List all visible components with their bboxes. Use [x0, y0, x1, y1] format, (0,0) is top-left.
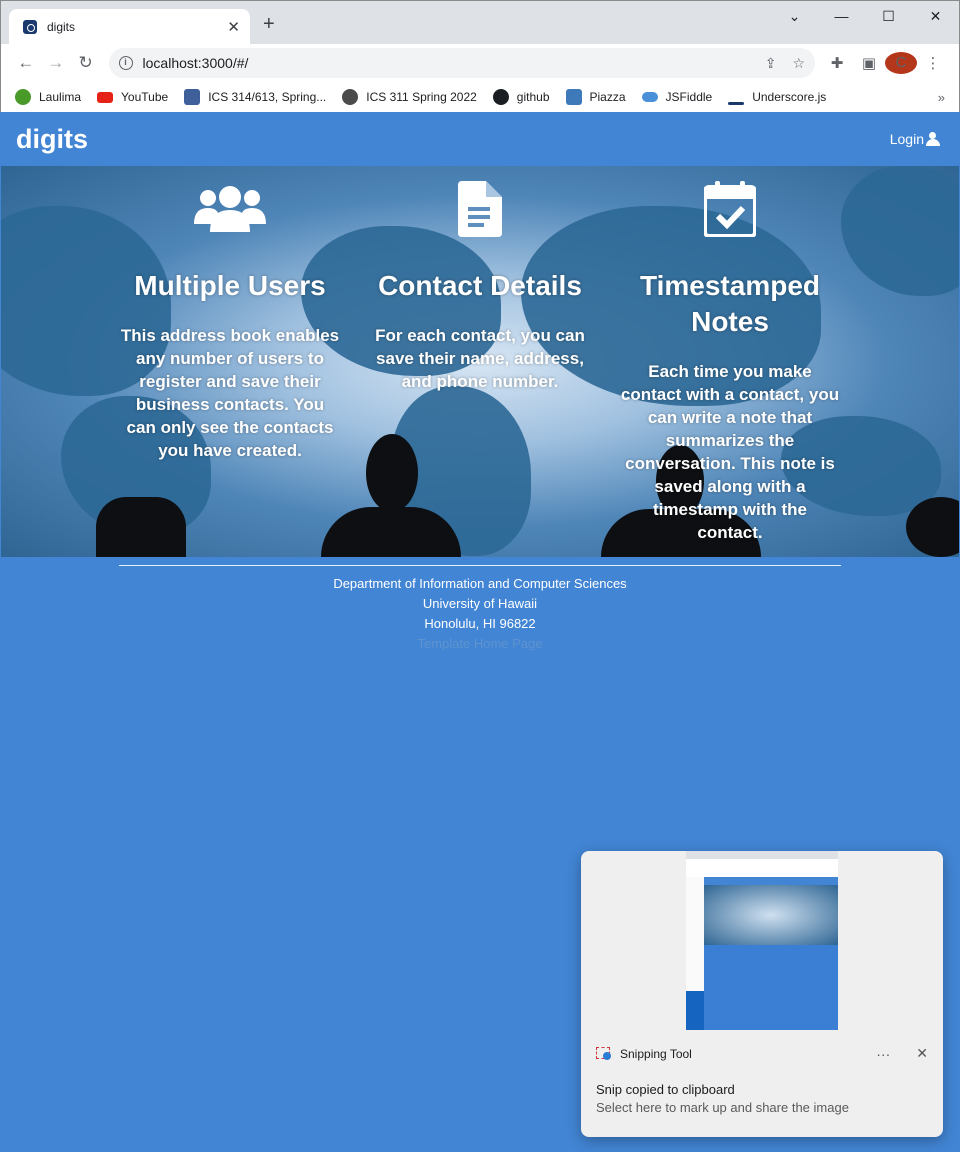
footer-divider [119, 565, 841, 566]
more-options-icon[interactable]: ··· [876, 1046, 890, 1062]
user-icon [926, 132, 940, 146]
cloud-icon [641, 92, 658, 102]
bookmark-item[interactable]: Piazza [565, 89, 626, 105]
browser-window: digits ✕ + ⌄ — ☐ ✕ ← → ↻ i localhost:300… [0, 0, 960, 112]
forward-arrow-icon[interactable]: → [41, 53, 71, 73]
snipping-tool-notification[interactable]: Snipping Tool ··· ✕ Snip copied to clipb… [581, 851, 943, 1137]
bookmark-label: JSFiddle [665, 90, 713, 104]
bookmark-item[interactable]: YouTube [97, 90, 168, 104]
brand-logo[interactable]: digits [16, 124, 88, 155]
hero-banner: Multiple Users This address book enables… [1, 166, 959, 557]
users-icon [120, 180, 340, 238]
bookmark-item[interactable]: ICS 314/613, Spring... [184, 89, 326, 105]
file-text-icon [370, 180, 590, 238]
footer-department: Department of Information and Computer S… [333, 576, 627, 591]
bookmark-label: ICS 314/613, Spring... [208, 90, 327, 104]
feature-multiple-users: Multiple Users This address book enables… [120, 180, 340, 462]
tab-title: digits [47, 19, 76, 34]
underscore-icon [728, 101, 745, 105]
snip-thumbnail[interactable] [686, 851, 838, 1030]
footer-template-link[interactable]: Template Home Page [0, 634, 960, 654]
bookmark-star-icon[interactable]: ☆ [792, 55, 805, 72]
bookmark-label: Laulima [39, 90, 82, 104]
snipping-tool-icon [596, 1046, 612, 1061]
notification-header: Snipping Tool ··· ✕ [596, 1045, 928, 1062]
bookmark-label: ICS 311 Spring 2022 [366, 90, 477, 104]
app-navbar: digits Login [0, 112, 960, 166]
menu-kebab-icon[interactable]: ⋮ [917, 54, 949, 72]
notification-body[interactable]: Snip copied to clipboard Select here to … [596, 1082, 849, 1115]
maximize-button[interactable]: ☐ [865, 1, 912, 31]
address-bar[interactable]: i localhost:3000/#/ ⇪ ☆ [108, 48, 815, 78]
bookmark-label: Piazza [589, 90, 626, 104]
notification-title: Snip copied to clipboard [596, 1082, 735, 1097]
feature-contact-details: Contact Details For each contact, you ca… [370, 180, 590, 393]
feature-title: Timestamped Notes [640, 270, 820, 337]
bookmark-item[interactable]: JSFiddle [641, 90, 713, 104]
login-label: Login [889, 131, 924, 147]
piazza-icon [565, 89, 582, 105]
feature-timestamped-notes: Timestamped Notes Each time you make con… [620, 180, 840, 544]
feature-text: Each time you make contact with a contac… [620, 362, 840, 542]
bookmark-label: github [516, 90, 550, 104]
bookmark-item[interactable]: Underscore.js [728, 90, 826, 105]
side-panel-icon[interactable]: ▣ [853, 54, 885, 72]
youtube-icon [97, 91, 114, 103]
avatar[interactable]: C [885, 52, 917, 74]
minimize-button[interactable]: — [818, 1, 865, 31]
notification-subtitle: Select here to mark up and share the ima… [596, 1100, 849, 1115]
feature-text: For each contact, you can save their nam… [375, 326, 585, 391]
tab-strip: digits ✕ + ⌄ — ☐ ✕ [1, 1, 959, 44]
bookmark-favicon-icon [15, 89, 31, 105]
close-window-button[interactable]: ✕ [912, 1, 959, 31]
login-button[interactable]: Login [890, 131, 940, 147]
notification-app-name: Snipping Tool [620, 1046, 692, 1061]
url-text[interactable]: localhost:3000/#/ [143, 55, 749, 71]
bookmark-item[interactable]: github [492, 89, 550, 105]
bookmark-favicon-icon [184, 89, 201, 105]
calendar-check-icon [620, 180, 840, 238]
more-bookmarks-icon[interactable]: » [938, 90, 945, 105]
footer-address: Honolulu, HI 96822 [424, 616, 536, 631]
back-arrow-icon[interactable]: ← [11, 53, 41, 73]
reload-icon[interactable]: ↻ [71, 53, 101, 73]
feature-title: Contact Details [378, 270, 582, 301]
bookmark-item[interactable]: ICS 311 Spring 2022 [342, 89, 477, 105]
footer-university: University of Hawaii [422, 596, 538, 611]
site-info-icon[interactable]: i [118, 56, 133, 70]
feature-text: This address book enables any number of … [120, 326, 340, 460]
github-icon [492, 89, 509, 105]
browser-tab[interactable]: digits ✕ [9, 9, 250, 44]
bookmark-label: YouTube [121, 90, 169, 104]
tab-search-icon[interactable]: ⌄ [771, 1, 818, 31]
page-footer: Department of Information and Computer S… [0, 557, 960, 654]
new-tab-button[interactable]: + [263, 13, 275, 36]
address-toolbar: ← → ↻ i localhost:3000/#/ ⇪ ☆ ✚ ▣ C ⋮ [1, 44, 959, 82]
site-favicon-icon [23, 19, 37, 34]
profile-button[interactable]: C [885, 52, 917, 74]
bookmark-item[interactable]: Laulima [15, 89, 81, 105]
close-tab-icon[interactable]: ✕ [227, 18, 240, 36]
globe-icon [342, 89, 359, 105]
extensions-icon[interactable]: ✚ [821, 54, 853, 72]
share-icon[interactable]: ⇪ [765, 55, 777, 72]
window-controls: ⌄ — ☐ ✕ [771, 1, 959, 31]
close-icon[interactable]: ✕ [916, 1045, 928, 1062]
bookmark-label: Underscore.js [752, 90, 827, 104]
bookmarks-bar: Laulima YouTube ICS 314/613, Spring... I… [1, 82, 959, 112]
feature-title: Multiple Users [134, 270, 326, 301]
